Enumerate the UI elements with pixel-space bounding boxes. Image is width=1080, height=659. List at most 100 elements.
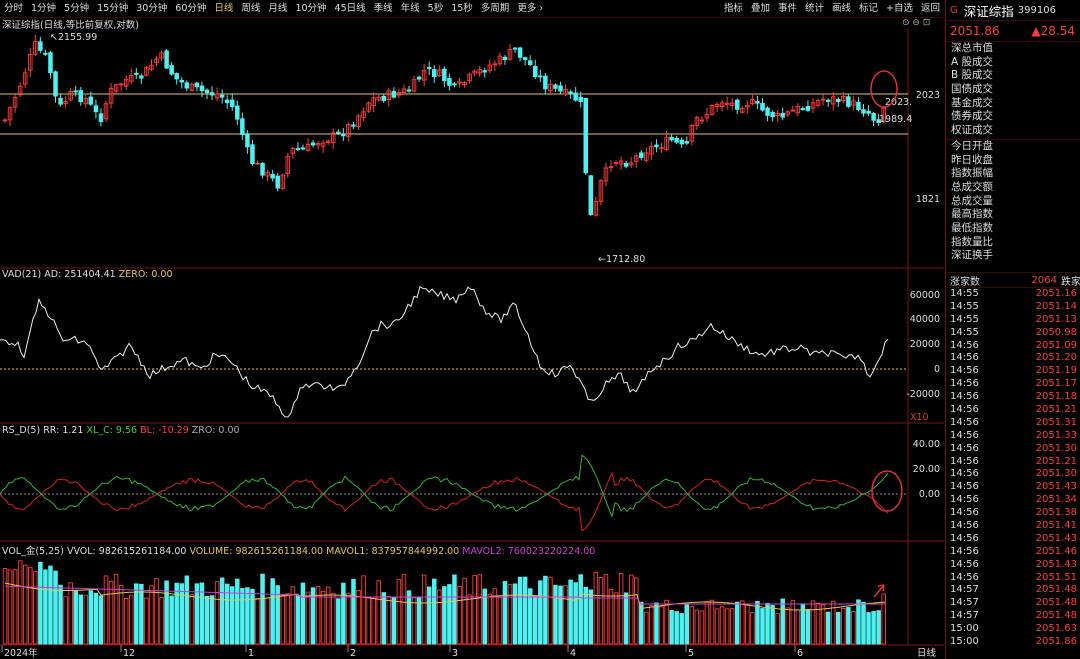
tick-row: 14:57 2051.48 — [946, 610, 1080, 623]
volume-bar — [341, 582, 346, 645]
candle-body — [78, 90, 83, 103]
volume-bar — [613, 592, 619, 645]
candle-body — [134, 72, 139, 75]
candle-body — [336, 131, 341, 134]
volume-bar — [108, 580, 114, 645]
candle-body — [639, 152, 644, 158]
volume-bar — [12, 569, 18, 645]
tick-price: 2051.46 — [1035, 545, 1077, 557]
x-axis-label: 2024年 — [4, 647, 38, 659]
tick-price: 2051.17 — [1035, 378, 1077, 390]
candle-body — [426, 67, 432, 69]
tick-row: 14:55 2050.98 — [946, 327, 1080, 340]
stat-label: 最低指数 — [951, 221, 993, 234]
volume-bar — [154, 578, 159, 645]
candle-body — [482, 70, 488, 73]
candle-body — [58, 97, 63, 105]
volume-bar — [543, 575, 548, 645]
tick-time: 14:56 — [950, 532, 979, 544]
candle-body — [533, 65, 538, 78]
volume-bar — [83, 594, 89, 645]
volume-bar — [376, 580, 381, 645]
volume-bar — [558, 585, 563, 645]
chart-canvas[interactable]: ↖2155.99←1712.80202318212023.1989.460000… — [0, 0, 944, 659]
volume-bar — [432, 578, 437, 645]
tick-price: 2051.21 — [1035, 455, 1077, 467]
volume-bar — [628, 574, 634, 645]
volume-bar — [113, 573, 119, 645]
tick-row: 14:56 2051.43 — [946, 481, 1080, 494]
volume-bar — [780, 598, 785, 645]
candle-body — [341, 133, 346, 137]
tick-row: 14:56 2051.33 — [946, 430, 1080, 443]
rs-axis-label: 40.00 — [913, 439, 940, 450]
volume-bar — [88, 590, 94, 645]
tick-time: 14:57 — [950, 610, 979, 622]
volume-bar — [714, 608, 720, 645]
volume-bar — [694, 609, 700, 645]
tick-time: 14:56 — [950, 545, 979, 557]
volume-bar — [426, 586, 432, 645]
tick-row: 14:56 2051.19 — [946, 365, 1080, 378]
tick-price: 2051.16 — [1035, 288, 1077, 299]
volume-bar — [93, 592, 99, 645]
volume-bar — [654, 602, 659, 645]
candle-body — [623, 162, 629, 167]
volume-bar — [63, 596, 68, 645]
volume-bar — [149, 585, 154, 645]
volume-bar — [78, 594, 83, 645]
candle-body — [88, 96, 94, 105]
volume-bar — [194, 583, 200, 645]
volume-bar — [53, 570, 58, 645]
volume-bar — [235, 578, 240, 645]
stat-label: 总成交额 — [951, 180, 993, 193]
volume-bar — [28, 566, 33, 645]
volume-bar — [159, 597, 164, 645]
volume-bar — [325, 586, 331, 645]
volume-bar — [644, 611, 649, 645]
volume-bar — [204, 595, 210, 645]
tick-time: 14:55 — [950, 300, 979, 312]
index-code: 399106 — [1017, 4, 1056, 16]
tick-time: 14:56 — [950, 378, 979, 390]
tick-row: 15:00 2051.86 — [946, 636, 1080, 649]
volume-bar — [669, 610, 674, 645]
volume-bar — [745, 604, 750, 645]
stat-label: 昨日收盘 — [951, 153, 993, 166]
volume-bar — [664, 599, 669, 645]
volume-bar — [634, 577, 639, 645]
stat-label: 最高指数 — [951, 208, 993, 221]
tick-time: 15:00 — [950, 623, 979, 635]
candle-body — [755, 101, 760, 104]
volume-bar — [810, 600, 816, 645]
candle-body — [770, 111, 775, 118]
index-name: 深证综指 — [963, 3, 1014, 19]
tick-row: 14:57 2051.48 — [946, 597, 1080, 610]
tick-time: 14:56 — [950, 494, 979, 506]
volume-bar — [861, 601, 866, 645]
volume-bar — [209, 595, 215, 645]
volume-bar — [43, 569, 48, 645]
candle-body — [669, 136, 674, 141]
tick-price: 2051.48 — [1035, 584, 1077, 596]
candle-body — [447, 78, 452, 86]
candle-body — [846, 96, 851, 107]
tick-list[interactable]: 14:55 2051.16 14:55 2051.14 14:55 2051.13 14:5… — [946, 288, 1080, 649]
tick-price: 2051.14 — [1035, 300, 1077, 312]
axis-label-1821: 1821 — [916, 194, 940, 205]
decliners-label: 跌家 — [1061, 276, 1080, 288]
volume-bar — [38, 561, 43, 645]
volume-bar — [7, 569, 13, 645]
stat-label: 深总市值 — [951, 42, 993, 54]
stat-label: 今日开盘 — [951, 139, 993, 152]
stat-label: A 股成交 — [951, 55, 994, 68]
tick-price: 2051.33 — [1035, 429, 1077, 441]
tick-row: 14:56 2051.41 — [946, 520, 1080, 533]
candle-body — [38, 41, 43, 51]
stat-label: 权证成交 — [951, 124, 993, 137]
stat-label: 国债成交 — [951, 83, 993, 96]
x-axis-label: 1 — [248, 648, 254, 659]
candle-body — [73, 90, 78, 93]
x-axis-label: 5 — [688, 648, 694, 659]
tick-price: 2051.30 — [1035, 442, 1077, 454]
